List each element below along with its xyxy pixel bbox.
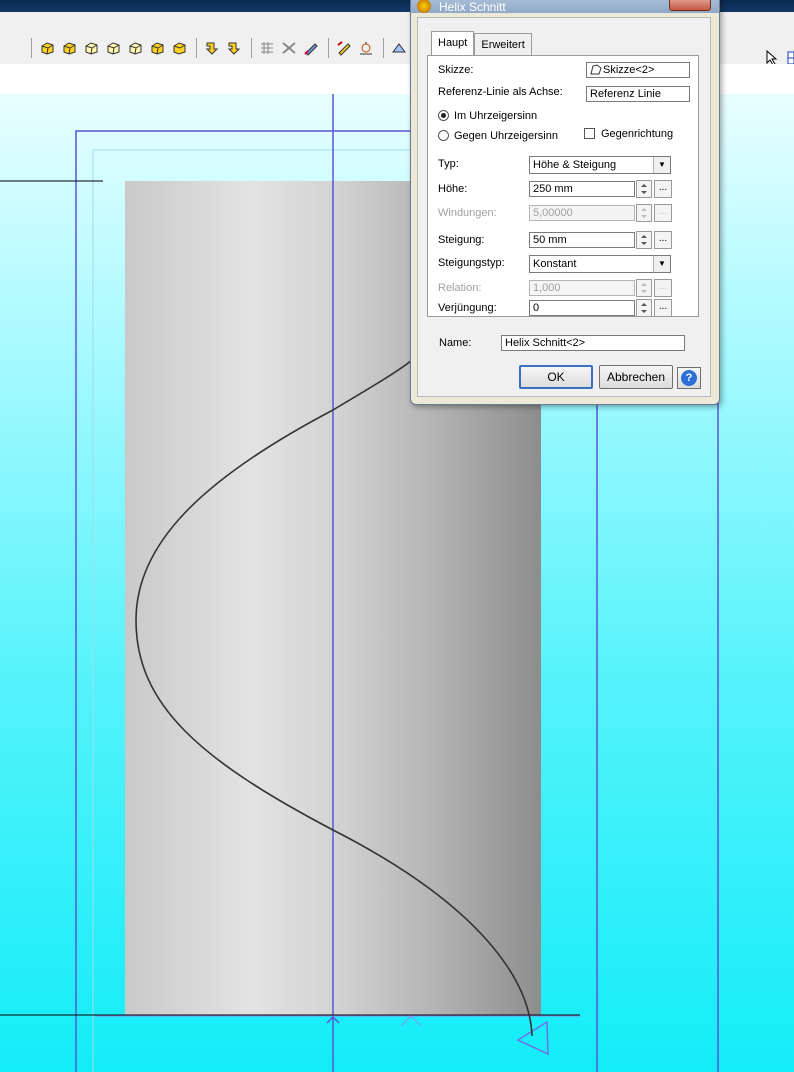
verjuengung-label: Verjüngung: [438,302,497,314]
chevron-down-icon[interactable]: ▼ [653,256,670,272]
helix-curve[interactable] [135,359,533,1037]
tab-strip: Haupt Erweitert [431,31,532,55]
uhrzeigersinn-label: Im Uhrzeigersinn [454,110,538,122]
gegenrichtung-label: Gegenrichtung [601,128,674,140]
helix-start-arrow-icon [516,1020,549,1056]
dialog-titlebar[interactable]: Helix Schnitt [411,0,719,14]
verjuengung-spinner[interactable] [636,299,652,317]
windungen-label: Windungen: [438,207,497,219]
steigung-spinner[interactable] [636,231,652,249]
achse-field[interactable]: Referenz Linie [586,86,690,102]
inner-frame [92,149,410,1072]
steigungstyp-select[interactable]: Konstant ▼ [529,255,671,273]
hoehe-label: Höhe: [438,183,468,195]
typ-label: Typ: [438,158,459,170]
sketch-icon [590,64,602,75]
verjuengung-field[interactable]: 0 [529,300,635,316]
radio-gegen-uhrzeigersinn[interactable] [438,130,449,141]
steigungstyp-value: Konstant [533,258,577,270]
hoehe-field[interactable]: 250 mm [529,181,635,197]
helix-app-icon [417,0,431,13]
relation-browse-button: ... [654,279,672,297]
relation-spinner [636,279,652,297]
helix-dialog: Helix Schnitt Haupt Erweitert Skizze: Sk… [410,0,720,405]
typ-value: Höhe & Steigung [533,159,617,171]
plane-marker-icon [400,1015,422,1027]
steigung-field[interactable]: 50 mm [529,232,635,248]
relation-field: 1,000 [529,280,635,296]
gegen-uhrzeigersinn-label: Gegen Uhrzeigersinn [454,130,558,142]
gegenrichtung-checkbox[interactable] [584,128,595,139]
tab-haupt[interactable]: Haupt [431,31,475,55]
verjuengung-browse-button[interactable]: ... [654,299,672,317]
close-button[interactable] [669,0,711,11]
hoehe-browse-button[interactable]: ... [654,180,672,198]
steigungstyp-label: Steigungstyp: [438,257,505,269]
ok-button[interactable]: OK [519,365,593,389]
relation-label: Relation: [438,282,482,294]
tab-erweitert[interactable]: Erweitert [474,33,532,55]
skizze-value: Skizze<2> [603,64,655,76]
typ-select[interactable]: Höhe & Steigung ▼ [529,156,671,174]
skizze-label: Skizze: [438,64,474,76]
name-field[interactable]: Helix Schnitt<2> [501,335,685,351]
windungen-field: 5,00000 [529,205,635,221]
windungen-spinner [636,204,652,222]
chevron-down-icon[interactable]: ▼ [653,157,670,173]
tab-panel-haupt: Skizze: Skizze<2> Referenz-Linie als Ach… [427,55,699,317]
skizze-field[interactable]: Skizze<2> [586,62,690,78]
windungen-browse-button: ... [654,204,672,222]
hoehe-spinner[interactable] [636,180,652,198]
steigung-browse-button[interactable]: ... [654,231,672,249]
cancel-button[interactable]: Abbrechen [599,365,673,389]
help-button[interactable]: ? [677,367,701,389]
name-label: Name: [439,337,472,349]
radio-uhrzeigersinn[interactable] [438,110,449,121]
help-icon: ? [681,370,697,386]
dialog-title: Helix Schnitt [439,0,506,14]
achse-label: Referenz-Linie als Achse: [438,86,563,98]
steigung-label: Steigung: [438,234,485,246]
